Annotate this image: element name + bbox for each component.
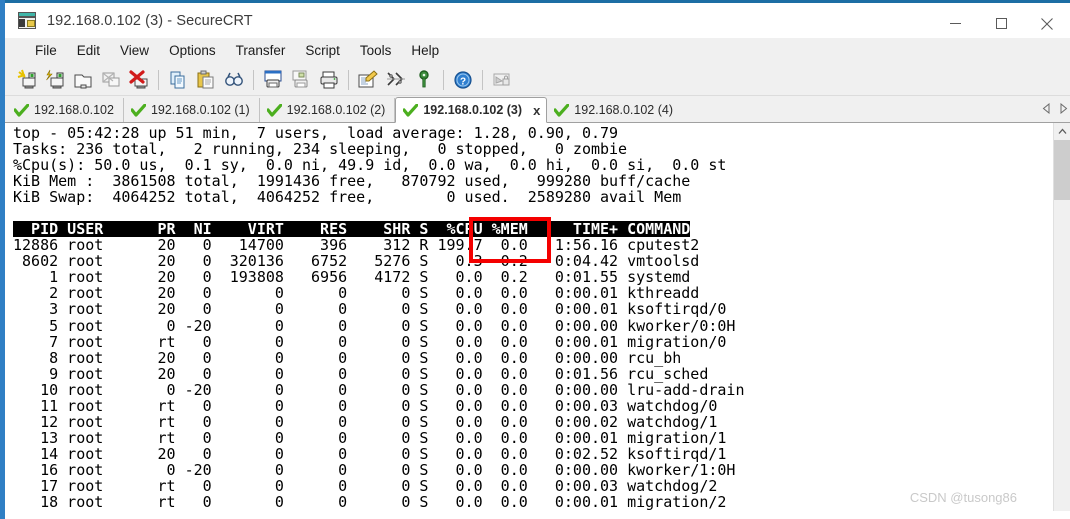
connected-check-icon	[403, 103, 419, 117]
quick-connect-icon[interactable]	[41, 66, 69, 94]
copy-icon[interactable]	[164, 66, 192, 94]
menu-view[interactable]: View	[110, 40, 159, 61]
tab-192-168-0-102-2[interactable]: 192.168.0.102 (2)	[259, 98, 396, 122]
terminal-summary-swap: KiB Swap: 4064252 total, 4064252 free, 0…	[13, 188, 682, 207]
securecrt-window: 192.168.0.102 (3) - SecureCRT File Edit …	[0, 0, 1070, 519]
terminal-summary-mem: KiB Mem : 3861508 total, 1991436 free, 8…	[13, 172, 691, 191]
tab-label: 192.168.0.102 (2)	[286, 103, 386, 117]
print-icon[interactable]	[315, 66, 343, 94]
window-title: 192.168.0.102 (3) - SecureCRT	[47, 12, 253, 29]
tab-label: 192.168.0.102 (3)	[423, 103, 523, 117]
tab-label: 192.168.0.102 (4)	[574, 103, 673, 117]
new-session-icon[interactable]	[13, 66, 41, 94]
toolbar: ?	[5, 64, 1070, 96]
terminal-summary-tasks: Tasks: 236 total, 2 running, 234 sleepin…	[13, 140, 628, 159]
maximize-button[interactable]	[978, 6, 1024, 41]
tab-192-168-0-102-4[interactable]: 192.168.0.102 (4)	[547, 98, 682, 122]
process-table-header-text: PID USER PR NI VIRT RES SHR S %CPU %MEM …	[13, 220, 691, 239]
window-controls	[932, 6, 1070, 41]
scroll-up-icon[interactable]	[1054, 123, 1070, 140]
menu-edit[interactable]: Edit	[67, 40, 110, 61]
title-bar: 192.168.0.102 (3) - SecureCRT	[5, 0, 1070, 38]
lock-screen-icon[interactable]	[488, 66, 516, 94]
scrollbar-thumb[interactable]	[1054, 140, 1070, 200]
watermark: CSDN @tusong86	[909, 490, 1017, 505]
menu-tools[interactable]: Tools	[350, 40, 402, 61]
tab-192-168-0-102[interactable]: 192.168.0.102	[7, 98, 124, 122]
connected-check-icon	[130, 103, 146, 117]
toolbar-separator	[158, 69, 159, 90]
menu-options[interactable]: Options	[159, 40, 226, 61]
terminal-summary-uptime: top - 05:42:28 up 51 min, 7 users, load …	[13, 124, 619, 142]
menu-help[interactable]: Help	[401, 40, 449, 61]
toolbar-separator	[253, 69, 254, 90]
toolbar-separator	[348, 69, 349, 90]
minimize-button[interactable]	[932, 6, 978, 41]
menu-script[interactable]: Script	[295, 40, 350, 61]
vertical-scrollbar[interactable]	[1053, 123, 1070, 511]
session-options-icon[interactable]	[382, 66, 410, 94]
terminal-summary-cpu: %Cpu(s): 50.0 us, 0.1 sy, 0.0 ni, 49.9 i…	[13, 156, 727, 175]
menu-bar: File Edit View Options Transfer Script T…	[5, 38, 1070, 64]
reconnect-icon[interactable]	[97, 66, 125, 94]
close-button[interactable]	[1024, 6, 1070, 41]
toolbar-separator	[482, 69, 483, 90]
disconnect-icon[interactable]	[125, 66, 153, 94]
connected-check-icon	[266, 103, 282, 117]
menu-file[interactable]: File	[25, 40, 67, 61]
tab-label: 192.168.0.102	[34, 103, 114, 117]
terminal-blank-line	[5, 205, 1053, 221]
help-icon[interactable]: ?	[449, 66, 477, 94]
terminal-screen[interactable]: top - 05:42:28 up 51 min, 7 users, load …	[5, 123, 1053, 511]
toolbar-separator	[443, 69, 444, 90]
connected-check-icon	[554, 103, 570, 117]
paste-icon[interactable]	[192, 66, 220, 94]
tab-192-168-0-102-3[interactable]: 192.168.0.102 (3) x	[395, 97, 548, 123]
connect-in-tab-icon[interactable]	[69, 66, 97, 94]
terminal-area: top - 05:42:28 up 51 min, 7 users, load …	[5, 123, 1070, 511]
find-icon[interactable]	[220, 66, 248, 94]
tab-192-168-0-102-1[interactable]: 192.168.0.102 (1)	[123, 98, 260, 122]
securecrt-icon	[16, 11, 38, 31]
print-screen-icon[interactable]	[259, 66, 287, 94]
svg-text:?: ?	[460, 76, 466, 87]
log-session-icon[interactable]	[354, 66, 382, 94]
tab-close-button[interactable]: x	[531, 104, 542, 117]
connected-check-icon	[14, 103, 29, 117]
menu-transfer[interactable]: Transfer	[226, 40, 296, 61]
process-table-body: 12886 root 20 0 14700 396 312 R 199.7 0.…	[13, 236, 745, 511]
key-icon[interactable]	[410, 66, 438, 94]
process-table-header: PID USER PR NI VIRT RES SHR S %CPU %MEM …	[5, 221, 1053, 237]
tab-label: 192.168.0.102 (1)	[150, 103, 250, 117]
triangle-left-icon[interactable]	[1042, 101, 1051, 119]
print-selection-icon[interactable]	[287, 66, 315, 94]
tab-scroll-controls	[1042, 101, 1068, 119]
triangle-right-icon[interactable]	[1059, 101, 1068, 119]
tab-bar: 192.168.0.102 192.168.0.102 (1) 192.168.…	[5, 96, 1070, 123]
